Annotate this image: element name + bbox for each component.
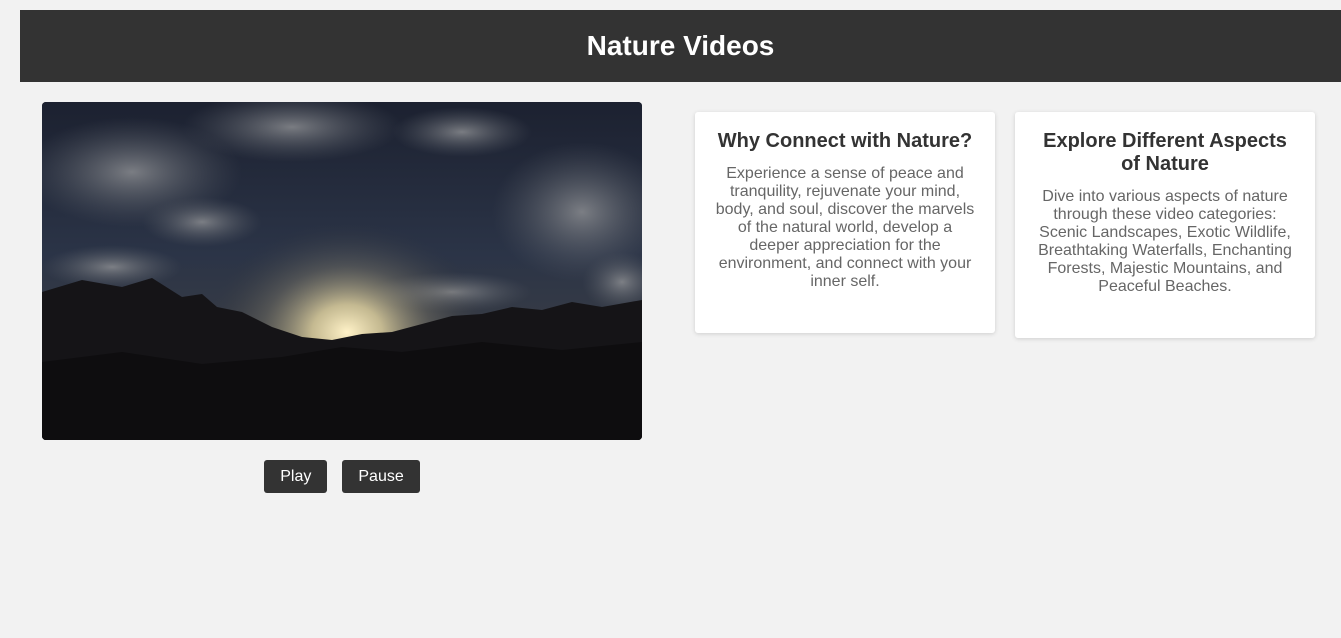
card-title: Explore Different Aspects of Nature: [1043, 130, 1287, 175]
play-button[interactable]: Play: [264, 460, 328, 493]
video-frame-sunset-mountains: [42, 102, 642, 440]
card-body: Experience a sense of peace and tranquil…: [715, 165, 975, 290]
video-player[interactable]: [42, 102, 642, 440]
page-title: Nature Videos: [586, 30, 775, 61]
info-card-connect: Why Connect with Nature? Experience a se…: [695, 112, 995, 333]
video-controls: Play Pause: [42, 460, 642, 493]
page-header: Nature Videos: [20, 10, 1341, 82]
info-card-explore: Explore Different Aspects of Nature Dive…: [1015, 112, 1315, 338]
card-body: Dive into various aspects of nature thro…: [1038, 188, 1292, 295]
pause-button[interactable]: Pause: [342, 460, 420, 493]
card-title: Why Connect with Nature?: [717, 130, 973, 152]
